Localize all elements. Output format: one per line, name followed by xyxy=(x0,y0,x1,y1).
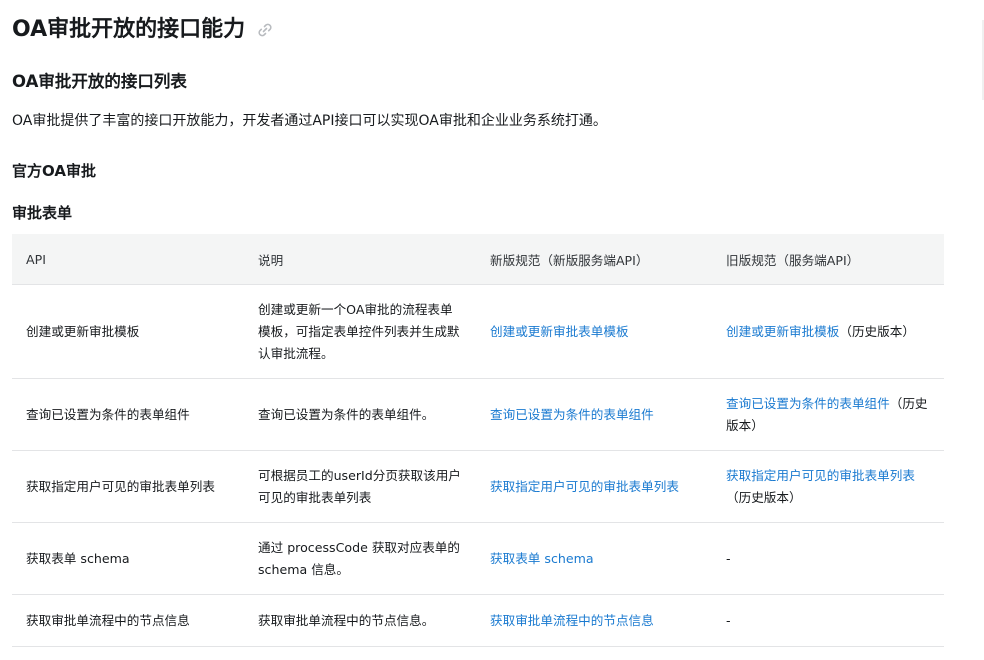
section-title: OA审批开放的接口列表 xyxy=(12,72,187,91)
new-spec-link[interactable]: 获取指定用户可见的审批表单列表 xyxy=(490,479,679,494)
new-spec-cell: 创建或更新审批表单模板 xyxy=(476,284,712,379)
new-spec-link[interactable]: 获取表单 schema xyxy=(490,551,594,566)
description-cell: 查询已设置为条件的表单组件。 xyxy=(244,378,476,451)
history-version-note: （历史版本） xyxy=(726,489,802,505)
new-spec-cell: 获取表单 schema xyxy=(476,522,712,595)
new-spec-link[interactable]: 获取审批单流程中的节点信息 xyxy=(490,613,654,628)
api-name-cell: 获取表单 schema xyxy=(12,522,244,595)
table-row: 创建或更新审批模板 创建或更新一个OA审批的流程表单模板，可指定表单控件列表并生… xyxy=(12,284,944,379)
old-spec-link[interactable]: 获取指定用户可见的审批表单列表 xyxy=(726,468,915,483)
old-spec-cell: - xyxy=(712,594,944,647)
new-spec-cell: 获取审批单流程中的节点信息 xyxy=(476,594,712,647)
empty-value: - xyxy=(726,550,731,566)
header-new-spec: 新版规范（新版服务端API） xyxy=(476,234,712,285)
table-row: 获取审批单流程中的节点信息 获取审批单流程中的节点信息。 获取审批单流程中的节点… xyxy=(12,594,944,647)
subheading-official-oa: 官方OA审批 xyxy=(12,162,96,180)
page-title: OA审批开放的接口能力 xyxy=(12,17,246,42)
description-cell: 获取审批单流程中的节点信息。 xyxy=(244,594,476,647)
old-spec-link[interactable]: 创建或更新审批模板 xyxy=(726,324,839,339)
table-row: 获取指定用户可见的审批表单列表 可根据员工的userId分页获取该用户可见的审批… xyxy=(12,450,944,523)
intro-paragraph: OA审批提供了丰富的接口开放能力，开发者通过API接口可以实现OA审批和企业业务… xyxy=(12,113,607,129)
old-spec-cell: 获取指定用户可见的审批表单列表 （历史版本） xyxy=(712,450,944,523)
description-cell: 通过 processCode 获取对应表单的 schema 信息。 xyxy=(244,522,476,595)
new-spec-link[interactable]: 查询已设置为条件的表单组件 xyxy=(490,407,654,422)
api-name-cell: 获取指定用户可见的审批表单列表 xyxy=(12,450,244,523)
header-old-spec: 旧版规范（服务端API） xyxy=(712,234,944,285)
history-version-note: （历史版本） xyxy=(839,323,915,339)
table-row: 获取表单 schema 通过 processCode 获取对应表单的 schem… xyxy=(12,522,944,595)
old-spec-link[interactable]: 查询已设置为条件的表单组件 xyxy=(726,396,890,411)
table-row: 查询已设置为条件的表单组件 查询已设置为条件的表单组件。 查询已设置为条件的表单… xyxy=(12,378,944,451)
old-spec-cell: 创建或更新审批模板（历史版本） xyxy=(712,284,944,379)
api-table: API 说明 新版规范（新版服务端API） 旧版规范（服务端API） 创建或更新… xyxy=(12,234,944,647)
subheading-approval-form: 审批表单 xyxy=(12,204,73,222)
api-name-cell: 创建或更新审批模板 xyxy=(12,284,244,379)
new-spec-cell: 获取指定用户可见的审批表单列表 xyxy=(476,450,712,523)
new-spec-cell: 查询已设置为条件的表单组件 xyxy=(476,378,712,451)
empty-value: - xyxy=(726,612,731,628)
old-spec-cell: - xyxy=(712,522,944,595)
page-heading: OA审批开放的接口能力 xyxy=(12,0,972,46)
header-description: 说明 xyxy=(244,234,476,285)
description-cell: 创建或更新一个OA审批的流程表单模板，可指定表单控件列表并生成默认审批流程。 xyxy=(244,284,476,379)
api-name-cell: 查询已设置为条件的表单组件 xyxy=(12,378,244,451)
doc-page: OA审批开放的接口能力 OA审批开放的接口列表 OA审批提供了丰富的接口开放能力… xyxy=(0,0,984,647)
old-spec-cell: 查询已设置为条件的表单组件（历史版本） xyxy=(712,378,944,451)
table-header-row: API 说明 新版规范（新版服务端API） 旧版规范（服务端API） xyxy=(12,234,944,285)
api-name-cell: 获取审批单流程中的节点信息 xyxy=(12,594,244,647)
link-icon[interactable] xyxy=(255,20,275,40)
new-spec-link[interactable]: 创建或更新审批表单模板 xyxy=(490,324,629,339)
header-api: API xyxy=(12,234,244,285)
description-cell: 可根据员工的userId分页获取该用户可见的审批表单列表 xyxy=(244,450,476,523)
